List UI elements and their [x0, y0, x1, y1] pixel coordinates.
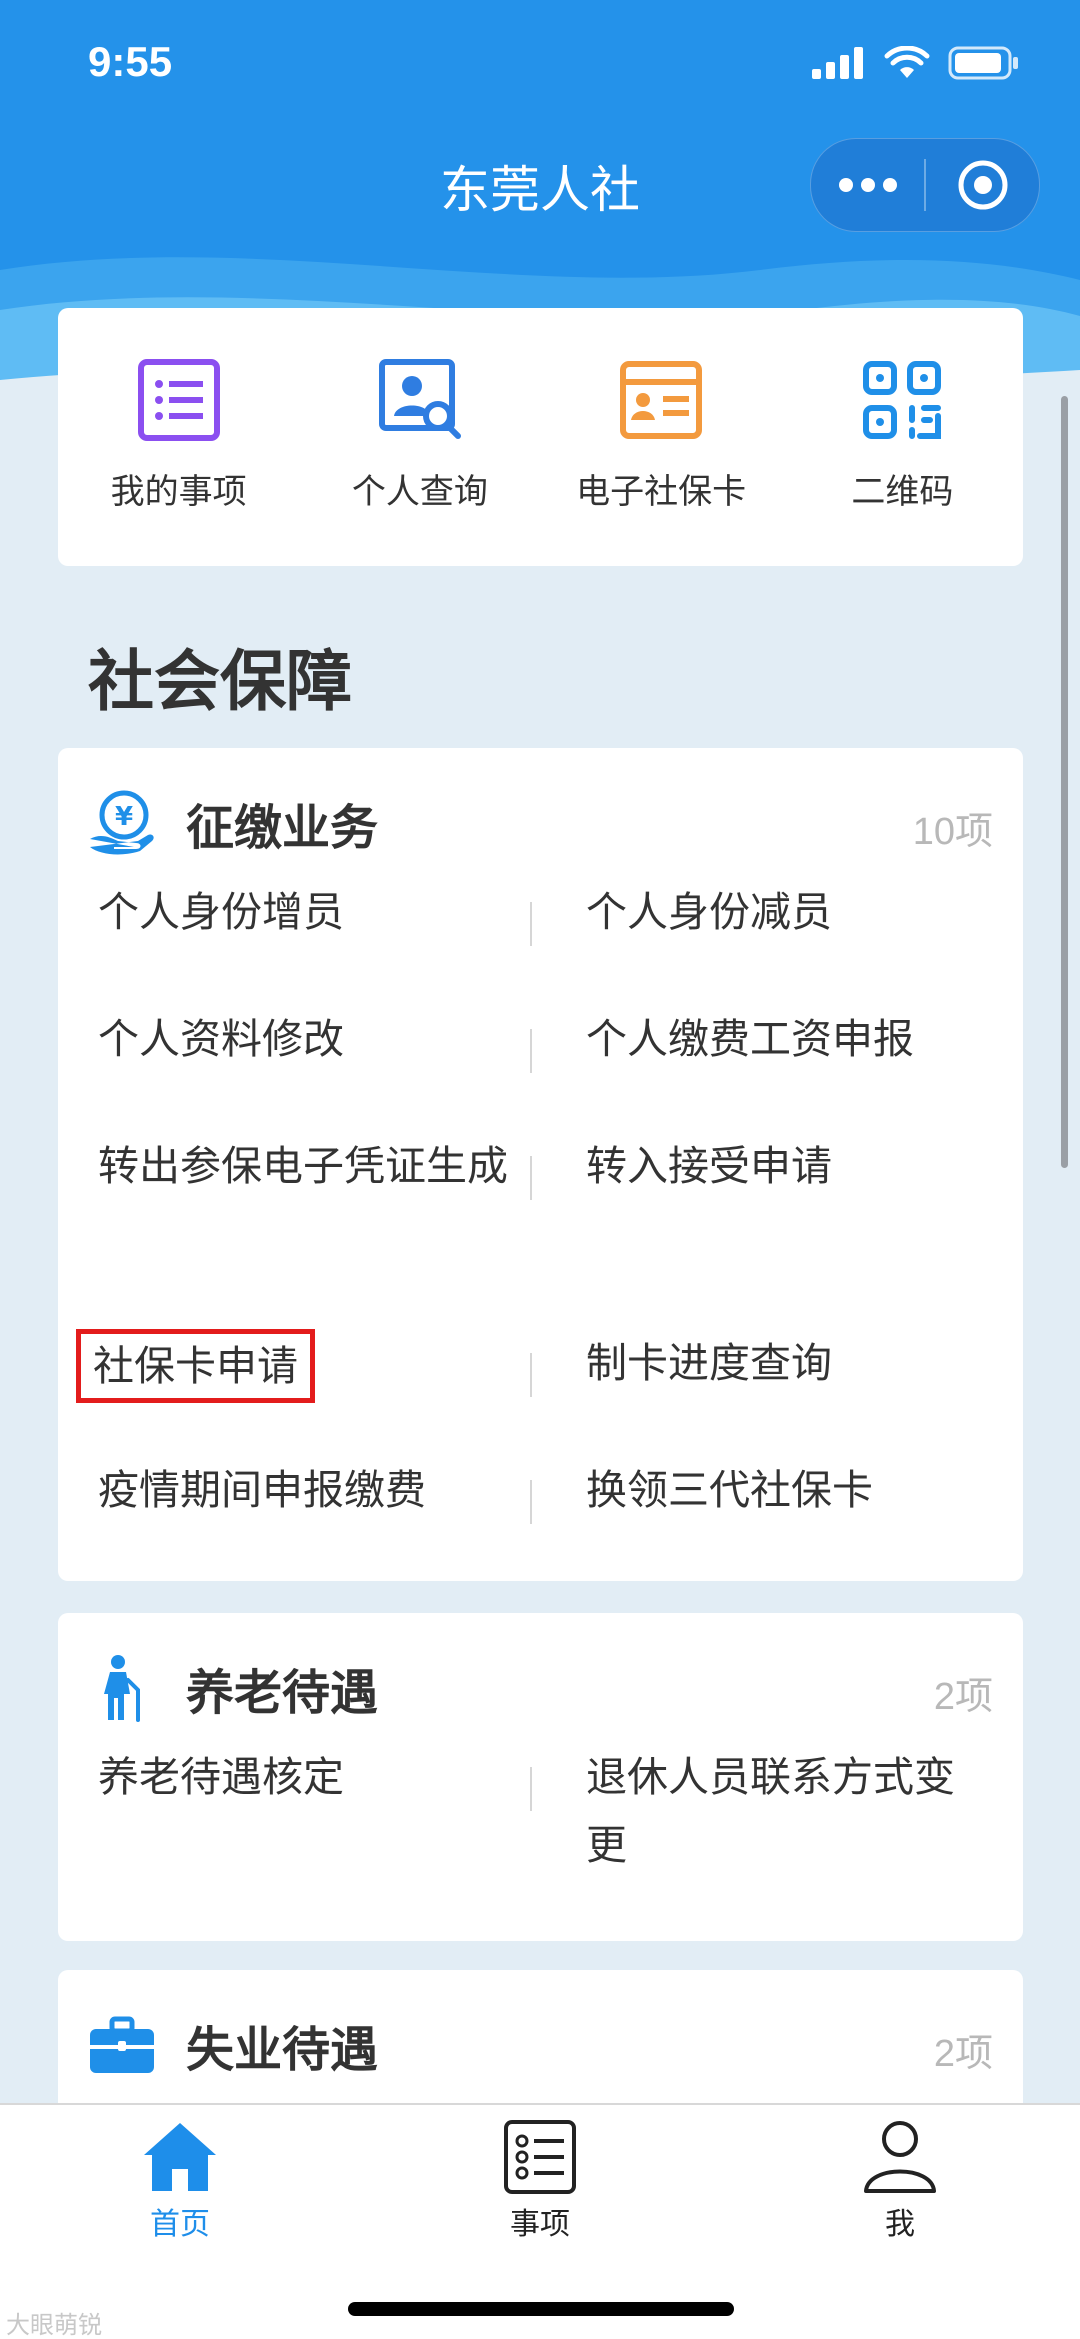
service-item[interactable]: 转入接受申请	[540, 1132, 1022, 1329]
card-count: 10项	[912, 811, 993, 853]
app-screen: 9:55 东莞人社 我的事项 个人查询 电子社保卡 二维码 社会保障 ¥ 征缴业…	[0, 0, 1080, 2339]
service-card-pension: 养老待遇 2项 养老待遇核定 退休人员联系方式变更	[58, 1613, 1023, 1941]
quick-action-label: 电子社保卡	[576, 472, 747, 512]
quick-action-label: 个人查询	[351, 472, 488, 512]
divider	[530, 1353, 532, 1397]
service-item[interactable]: 个人身份增员	[58, 878, 540, 1005]
user-icon	[864, 2121, 936, 2193]
tab-label: 我	[885, 2207, 915, 2242]
tab-home[interactable]: 首页	[60, 2119, 300, 2243]
target-circle-icon	[958, 160, 1007, 210]
home-indicator	[348, 2302, 734, 2316]
person-search-icon	[378, 359, 461, 439]
divider	[530, 902, 532, 946]
miniprogram-capsule	[810, 138, 1040, 232]
status-icons	[812, 46, 1020, 80]
svg-text:¥: ¥	[115, 802, 133, 832]
service-item-highlighted[interactable]: 社保卡申请	[58, 1329, 540, 1456]
quick-actions-card: 我的事项 个人查询 电子社保卡 二维码	[58, 308, 1023, 566]
card-header: 失业待遇	[88, 2010, 378, 2080]
tab-items[interactable]: 事项	[420, 2119, 660, 2243]
card-header: ¥ 征缴业务	[88, 788, 378, 858]
card-header: 养老待遇	[88, 1653, 378, 1723]
service-row: 转出参保电子凭证生成 转入接受申请	[58, 1132, 1023, 1329]
quick-action-label: 我的事项	[110, 472, 247, 512]
more-dots-icon	[838, 178, 897, 192]
service-item[interactable]: 退休人员联系方式变更	[540, 1743, 1022, 1923]
card-title: 征缴业务	[186, 800, 379, 856]
wifi-icon	[884, 46, 930, 78]
tab-label: 首页	[150, 2207, 210, 2242]
quick-action-personal-query[interactable]: 个人查询	[299, 308, 540, 566]
qr-code-icon	[863, 361, 942, 439]
service-row: 养老待遇核定 退休人员联系方式变更	[58, 1743, 1023, 1923]
divider	[530, 1767, 532, 1811]
elderly-person-icon	[104, 1655, 140, 1722]
service-row: 个人资料修改 个人缴费工资申报	[58, 1005, 1023, 1132]
id-card-icon	[620, 361, 703, 439]
service-item[interactable]: 个人资料修改	[58, 1005, 540, 1132]
card-count: 2项	[933, 2033, 993, 2075]
divider	[530, 1480, 532, 1524]
section-title: 社会保障	[88, 643, 352, 720]
service-item[interactable]: 个人身份减员	[540, 878, 1022, 1005]
service-row: 社保卡申请 制卡进度查询	[58, 1329, 1023, 1456]
more-button[interactable]	[811, 139, 924, 231]
service-grid: 养老待遇核定 退休人员联系方式变更	[58, 1743, 1023, 1923]
service-row: 个人身份增员 个人身份减员	[58, 878, 1023, 1005]
close-miniprogram-button[interactable]	[926, 139, 1039, 231]
card-count: 2项	[933, 1676, 993, 1718]
quick-action-e-social-card[interactable]: 电子社保卡	[541, 308, 782, 566]
service-grid: 个人身份增员 个人身份减员 个人资料修改 个人缴费工资申报 转出参保电子凭证生成…	[58, 878, 1023, 1583]
service-item[interactable]: 转出参保电子凭证生成	[58, 1132, 540, 1329]
divider	[530, 1156, 532, 1200]
yen-hand-icon: ¥	[90, 790, 154, 855]
quick-action-qr-code[interactable]: 二维码	[782, 308, 1023, 566]
list-icon	[137, 359, 220, 441]
home-icon	[144, 2123, 216, 2191]
service-card-contribution: ¥ 征缴业务 10项 个人身份增员 个人身份减员 个人资料修改 个人缴费工资申报…	[58, 748, 1023, 1581]
quick-action-my-items[interactable]: 我的事项	[58, 308, 299, 566]
card-title: 失业待遇	[186, 2022, 379, 2078]
status-time: 9:55	[88, 38, 173, 85]
highlight-box: 社保卡申请	[76, 1329, 315, 1403]
watermark: 大眼萌锐	[6, 2311, 102, 2339]
divider	[530, 1029, 532, 1073]
tab-label: 事项	[510, 2207, 570, 2242]
service-item[interactable]: 个人缴费工资申报	[540, 1005, 1022, 1132]
service-item[interactable]: 疫情期间申报缴费	[58, 1456, 540, 1583]
service-item[interactable]: 换领三代社保卡	[540, 1456, 1022, 1583]
service-item[interactable]: 制卡进度查询	[540, 1329, 1022, 1456]
scrollbar[interactable]	[1061, 396, 1068, 1168]
briefcase-icon	[90, 2016, 154, 2073]
service-row: 疫情期间申报缴费 换领三代社保卡	[58, 1456, 1023, 1583]
tab-me[interactable]: 我	[780, 2119, 1020, 2243]
quick-action-label: 二维码	[851, 472, 954, 512]
card-title: 养老待遇	[186, 1665, 379, 1721]
checklist-icon	[504, 2120, 576, 2194]
signal-icon	[812, 47, 863, 79]
service-item[interactable]: 养老待遇核定	[58, 1743, 540, 1923]
battery-icon	[948, 46, 1018, 80]
